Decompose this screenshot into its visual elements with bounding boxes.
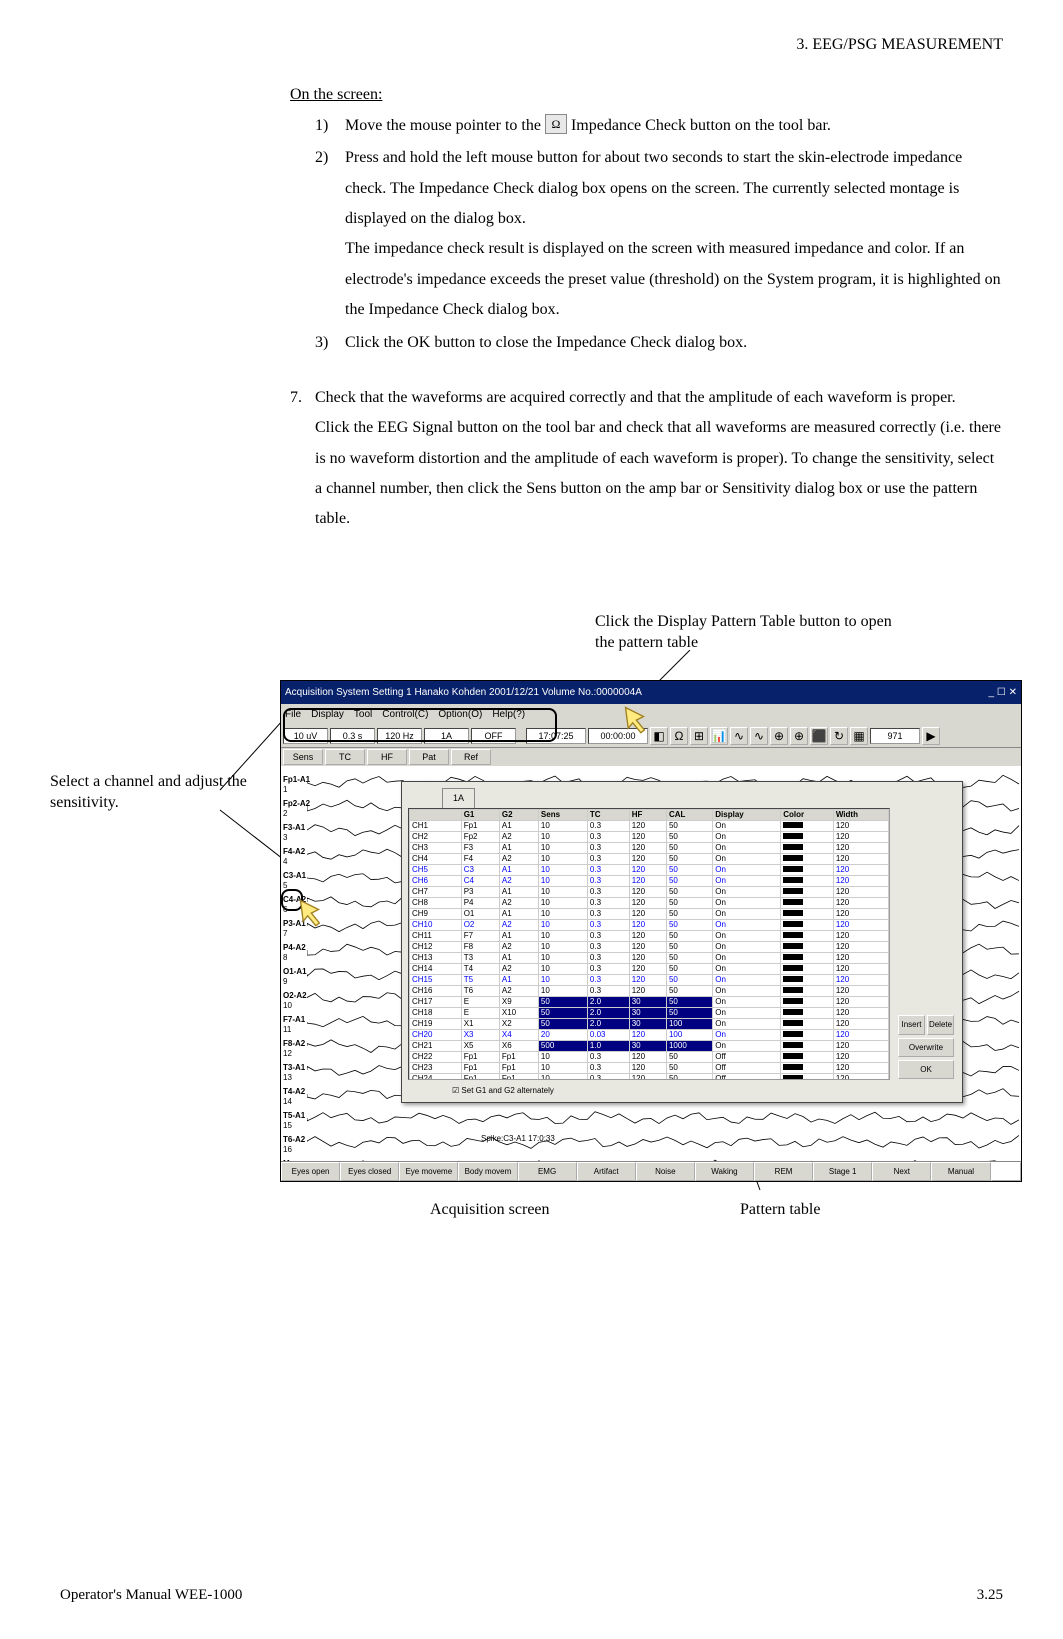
- channel-number[interactable]: 9: [283, 974, 287, 989]
- bottom-bar[interactable]: Eyes openEyes closedEye movemeBody movem…: [281, 1161, 1021, 1181]
- highlight-box: [281, 889, 303, 911]
- acquisition-screenshot: Acquisition System Setting 1 Hanako Kohd…: [280, 680, 1022, 1182]
- toolbar-icon[interactable]: ⊕: [770, 727, 788, 745]
- event-button[interactable]: Eye moveme: [399, 1162, 458, 1181]
- event-button[interactable]: Stage 1: [813, 1162, 872, 1181]
- step-text: The impedance check result is displayed …: [345, 240, 1001, 318]
- channel-number[interactable]: 1: [283, 782, 287, 797]
- toolbar-icon[interactable]: Ω: [670, 727, 688, 745]
- counter-field: 971: [870, 728, 920, 744]
- amp-button[interactable]: TC: [325, 749, 365, 765]
- step-num: 2): [315, 143, 345, 325]
- amp-button[interactable]: Pat: [409, 749, 449, 765]
- pattern-tab[interactable]: 1A: [442, 788, 475, 808]
- toolbar-icon[interactable]: ⬛: [810, 727, 828, 745]
- insert-button[interactable]: Insert: [898, 1015, 925, 1034]
- step-text: Click the EEG Signal button on the tool …: [315, 419, 1001, 527]
- channel-number[interactable]: 8: [283, 950, 287, 965]
- window-title: Acquisition System Setting 1 Hanako Kohd…: [285, 683, 642, 702]
- channel-number[interactable]: 11: [283, 1022, 291, 1037]
- step-text: Click the OK button to close the Impedan…: [345, 328, 1003, 358]
- impedance-check-icon: Ω: [545, 114, 567, 134]
- footer-left: Operator's Manual WEE-1000: [60, 1581, 242, 1610]
- event-button[interactable]: Eyes closed: [340, 1162, 399, 1181]
- heading-on-screen: On the screen:: [290, 80, 1003, 110]
- channel-number[interactable]: 16: [283, 1142, 292, 1157]
- event-button[interactable]: Next: [872, 1162, 931, 1181]
- channel-number[interactable]: 13: [283, 1070, 292, 1085]
- toolbar-icon[interactable]: ⊕: [790, 727, 808, 745]
- event-button[interactable]: Noise: [636, 1162, 695, 1181]
- channel-number[interactable]: 15: [283, 1118, 292, 1133]
- caption-pattern: Pattern table: [740, 1195, 820, 1225]
- toolbar-icon[interactable]: ↻: [830, 727, 848, 745]
- waveform: [307, 1110, 1021, 1128]
- elapsed-field: 00:00:00: [588, 728, 648, 744]
- step-num: 7.: [290, 383, 315, 535]
- overwrite-button[interactable]: Overwrite: [898, 1038, 954, 1057]
- toolbar-icon[interactable]: ∿: [730, 727, 748, 745]
- step-list: 1) Move the mouse pointer to the Ω Imped…: [290, 111, 1003, 358]
- channel-number[interactable]: 7: [283, 926, 287, 941]
- toolbar-icon[interactable]: ◧: [650, 727, 668, 745]
- window-controls: _ ☐ ✕: [989, 683, 1017, 702]
- amp-button[interactable]: HF: [367, 749, 407, 765]
- channel-number[interactable]: 2: [283, 806, 287, 821]
- toolbar-icon[interactable]: 📊: [710, 727, 728, 745]
- callout-pattern-table: Click the Display Pattern Table button t…: [595, 612, 895, 654]
- footer-right: 3.25: [977, 1581, 1003, 1610]
- waveform: [307, 1134, 1021, 1152]
- step-num: 1): [315, 111, 345, 141]
- step-text: Press and hold the left mouse button for…: [345, 149, 962, 227]
- highlight-box: [283, 708, 557, 742]
- event-button[interactable]: EMG: [518, 1162, 577, 1181]
- delete-button[interactable]: Delete: [927, 1015, 954, 1034]
- toolbar-icon[interactable]: ∿: [750, 727, 768, 745]
- event-button[interactable]: Artifact: [577, 1162, 636, 1181]
- channel-number[interactable]: 14: [283, 1094, 292, 1109]
- event-button[interactable]: Body movem: [458, 1162, 517, 1181]
- step-text: Move the mouse pointer to the: [345, 117, 545, 134]
- channel-number[interactable]: 4: [283, 854, 287, 869]
- amp-button[interactable]: Ref: [451, 749, 491, 765]
- pattern-table-dialog: 1A G1G2SensTCHFCALDisplayColorWidthCH1Fp…: [401, 781, 963, 1103]
- event-button[interactable]: Waking: [695, 1162, 754, 1181]
- pattern-footer: ☑ Set G1 and G2 alternately: [452, 1083, 554, 1098]
- amp-bar[interactable]: SensTCHFPatRef: [281, 748, 1021, 766]
- spike-label: Spike:C3-A1 17:0:33: [481, 1131, 555, 1146]
- callout-sensitivity: Select a channel and adjust the sensitiv…: [50, 772, 250, 814]
- page-footer: Operator's Manual WEE-1000 3.25: [60, 1581, 1003, 1610]
- toolbar-icon[interactable]: ▶: [922, 727, 940, 745]
- amp-button[interactable]: Sens: [283, 749, 323, 765]
- event-button[interactable]: Eyes open: [281, 1162, 340, 1181]
- toolbar-icon[interactable]: ⊞: [690, 727, 708, 745]
- step-text: Check that the waveforms are acquired co…: [315, 389, 956, 406]
- event-button[interactable]: REM: [754, 1162, 813, 1181]
- pattern-grid[interactable]: G1G2SensTCHFCALDisplayColorWidthCH1Fp1A1…: [408, 808, 890, 1080]
- titlebar: Acquisition System Setting 1 Hanako Kohd…: [281, 681, 1021, 704]
- page-header: 3. EEG/PSG MEASUREMENT: [30, 30, 1003, 60]
- channel-number[interactable]: 10: [283, 998, 292, 1013]
- channel-number[interactable]: 12: [283, 1046, 292, 1061]
- caption-acquisition: Acquisition screen: [430, 1195, 550, 1225]
- toolbar-icon[interactable]: ▦: [850, 727, 868, 745]
- event-button[interactable]: Manual: [931, 1162, 990, 1181]
- ok-button[interactable]: OK: [898, 1060, 954, 1079]
- channel-number[interactable]: 3: [283, 830, 287, 845]
- step-text: Impedance Check button on the tool bar.: [567, 117, 831, 134]
- step-num: 3): [315, 328, 345, 358]
